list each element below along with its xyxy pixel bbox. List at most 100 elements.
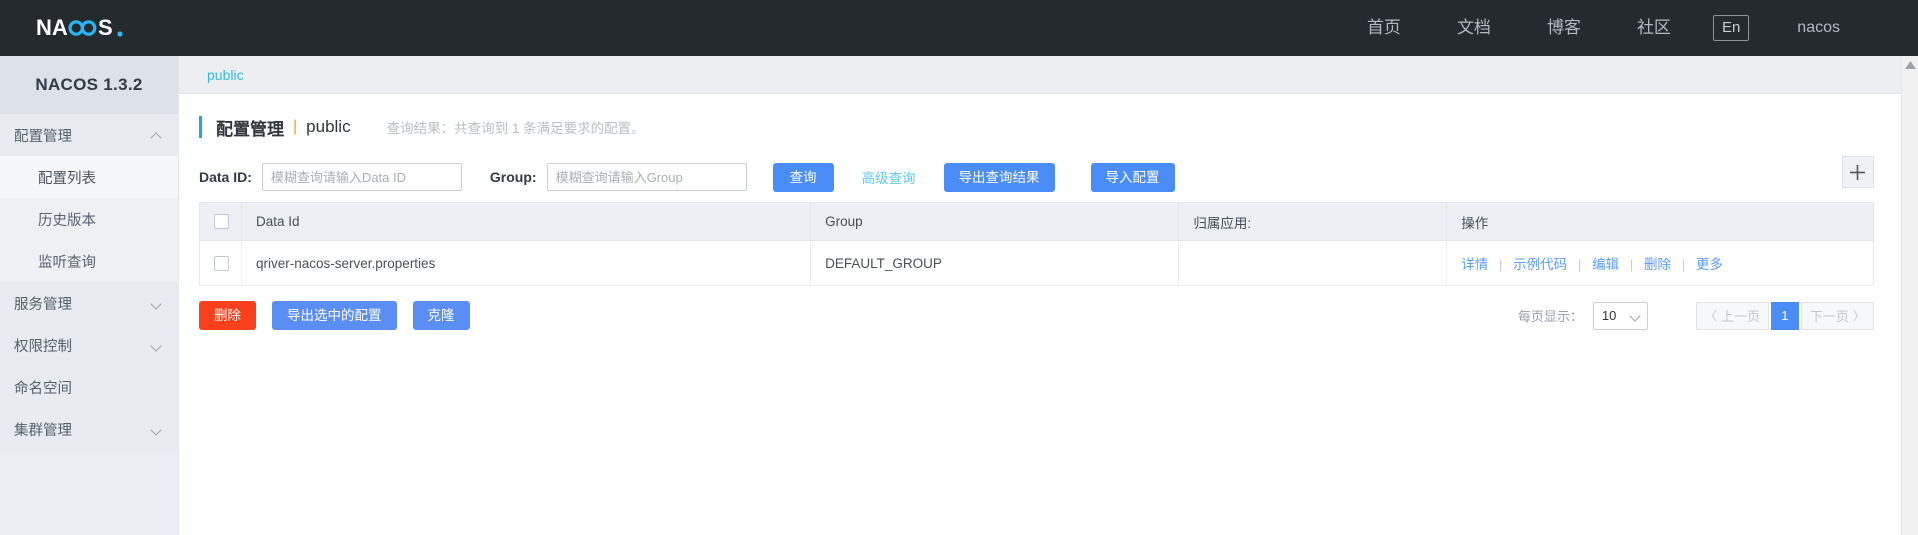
chevron-down-icon <box>1629 309 1641 322</box>
sidebar-item-label: 权限控制 <box>14 338 72 355</box>
sidebar-item-service-management[interactable]: 服务管理 <box>0 282 178 324</box>
delete-selected-button[interactable]: 删除 <box>199 301 256 330</box>
page-size-label: 每页显示： <box>1517 309 1583 324</box>
sidebar-version-title: NACOS 1.3.2 <box>0 56 178 114</box>
page-number-1[interactable]: 1 <box>1770 301 1799 330</box>
sidebar-item-history-versions[interactable]: 历史版本 <box>0 198 178 240</box>
search-toolbar: Data ID: Group: 查询 高级查询 导出查询结果 导入配置 <box>179 150 1918 202</box>
page-header: 配置管理 | public 查询结果：共查询到 1 条满足要求的配置。 <box>179 104 1918 150</box>
sidebar-filler <box>0 450 178 535</box>
chevron-left-icon: 〈 <box>1704 309 1717 323</box>
row-checkbox[interactable] <box>214 255 229 271</box>
header-operation: 操作 <box>1446 202 1874 241</box>
sidebar-item-listener-query[interactable]: 监听查询 <box>0 240 178 282</box>
table-header-row: Data Id Group 归属应用: 操作 <box>199 202 1874 241</box>
page-title: 配置管理 <box>216 119 284 139</box>
prev-page-button[interactable]: 〈 上一页 <box>1695 301 1769 330</box>
user-menu[interactable]: nacos <box>1763 19 1862 37</box>
query-button[interactable]: 查询 <box>772 162 834 192</box>
chevron-up-icon <box>152 130 162 140</box>
nav-link-community[interactable]: 社区 <box>1609 0 1699 56</box>
data-id-input[interactable] <box>261 163 462 191</box>
sidebar-item-label: 配置列表 <box>38 170 96 187</box>
pagination-buttons: 〈 上一页 1 下一页 〉 <box>1695 301 1874 330</box>
clone-button[interactable]: 克隆 <box>412 301 470 330</box>
top-navigation-bar: NA S 首页 文档 博客 社区 En nacos <box>0 0 1918 56</box>
svg-text:NA: NA <box>36 15 68 40</box>
nacos-logo[interactable]: NA S <box>0 15 178 41</box>
page-size-value: 10 <box>1601 308 1617 323</box>
op-divider: | <box>1498 257 1503 272</box>
prev-page-label: 上一页 <box>1720 309 1760 324</box>
select-all-checkbox[interactable] <box>214 214 229 230</box>
top-nav-links: 首页 文档 博客 社区 En nacos <box>1339 0 1918 56</box>
nacos-console-page: NA S 首页 文档 博客 社区 En nacos NACOS 1.3.2 配置… <box>0 0 1918 535</box>
header-app: 归属应用: <box>1178 202 1448 241</box>
nav-link-blog[interactable]: 博客 <box>1519 0 1609 56</box>
sidebar: NACOS 1.3.2 配置管理 配置列表 历史版本 监听查询 服务管理 权限控… <box>0 56 178 535</box>
sidebar-item-namespace[interactable]: 命名空间 <box>0 366 178 408</box>
import-config-button[interactable]: 导入配置 <box>1090 162 1175 192</box>
chevron-down-icon <box>152 340 162 350</box>
sidebar-item-label: 集群管理 <box>14 422 72 439</box>
query-result-note: 查询结果：共查询到 1 条满足要求的配置。 <box>386 121 645 136</box>
cell-app <box>1178 240 1448 286</box>
op-detail-link[interactable]: 详情 <box>1461 257 1488 272</box>
sidebar-item-auth-control[interactable]: 权限控制 <box>0 324 178 366</box>
op-edit-link[interactable]: 编辑 <box>1592 257 1619 272</box>
group-input[interactable] <box>546 163 747 191</box>
namespace-tab-public[interactable]: public <box>207 67 244 83</box>
language-toggle-button[interactable]: En <box>1712 15 1750 41</box>
header-group: Group <box>810 202 1180 241</box>
title-accent-bar <box>199 116 202 138</box>
table-row: qriver-nacos-server.properties DEFAULT_G… <box>199 240 1874 286</box>
sidebar-item-cluster-management[interactable]: 集群管理 <box>0 408 178 450</box>
nacos-logo-icon: NA S <box>36 15 123 40</box>
op-divider: | <box>1577 257 1582 272</box>
next-page-button[interactable]: 下一页 〉 <box>1800 301 1874 330</box>
group-label: Group: <box>489 169 537 185</box>
table-head: Data Id Group 归属应用: 操作 <box>199 202 1874 241</box>
export-selected-button[interactable]: 导出选中的配置 <box>272 301 397 330</box>
sidebar-item-label: 历史版本 <box>38 212 96 229</box>
op-divider: | <box>1681 257 1686 272</box>
main-content: public 配置管理 | public 查询结果：共查询到 1 条满足要求的配… <box>178 56 1918 535</box>
sidebar-item-config-list[interactable]: 配置列表 <box>0 156 178 198</box>
cell-group: DEFAULT_GROUP <box>810 240 1180 286</box>
chevron-down-icon <box>152 424 162 434</box>
page-size-select[interactable]: 10 <box>1592 301 1648 330</box>
console-body: NACOS 1.3.2 配置管理 配置列表 历史版本 监听查询 服务管理 权限控… <box>0 56 1918 535</box>
next-page-label: 下一页 <box>1809 309 1849 324</box>
cell-operations: 详情 | 示例代码 | 编辑 | 删除 | 更多 <box>1446 240 1874 286</box>
sidebar-item-label: 配置管理 <box>14 128 72 145</box>
add-config-button[interactable] <box>1841 156 1874 188</box>
op-sample-code-link[interactable]: 示例代码 <box>1513 257 1567 272</box>
export-query-result-button[interactable]: 导出查询结果 <box>943 162 1055 192</box>
table-footer: 删除 导出选中的配置 克隆 每页显示： 10 〈 上一页 1 下一页 〉 <box>179 286 1918 330</box>
advanced-query-link[interactable]: 高级查询 <box>862 167 916 187</box>
chevron-right-icon: 〉 <box>1852 309 1865 323</box>
sidebar-item-label: 服务管理 <box>14 296 72 313</box>
op-delete-link[interactable]: 删除 <box>1644 257 1671 272</box>
row-select-cell <box>199 240 242 286</box>
sidebar-item-label: 命名空间 <box>14 380 72 397</box>
sidebar-item-config-management[interactable]: 配置管理 <box>0 114 178 156</box>
plus-icon <box>1850 164 1866 180</box>
op-divider: | <box>1629 257 1634 272</box>
config-table-container: Data Id Group 归属应用: 操作 qriver-nacos-serv… <box>179 202 1918 286</box>
nav-link-docs[interactable]: 文档 <box>1429 0 1519 56</box>
chevron-down-icon <box>152 298 162 308</box>
cell-data-id: qriver-nacos-server.properties <box>241 240 812 286</box>
op-more-link[interactable]: 更多 <box>1696 257 1723 272</box>
namespace-tabbar: public <box>179 56 1918 94</box>
vertical-scrollbar[interactable] <box>1901 56 1918 535</box>
sidebar-item-label: 监听查询 <box>38 254 96 271</box>
svg-text:S: S <box>98 15 113 40</box>
config-table: Data Id Group 归属应用: 操作 qriver-nacos-serv… <box>199 202 1874 286</box>
header-select-all <box>199 202 242 241</box>
table-body: qriver-nacos-server.properties DEFAULT_G… <box>199 240 1874 286</box>
header-data-id: Data Id <box>241 202 812 241</box>
pagination: 每页显示： 10 〈 上一页 1 下一页 〉 <box>1517 301 1874 330</box>
scroll-up-arrow-icon[interactable] <box>1904 61 1916 69</box>
nav-link-home[interactable]: 首页 <box>1339 0 1429 56</box>
